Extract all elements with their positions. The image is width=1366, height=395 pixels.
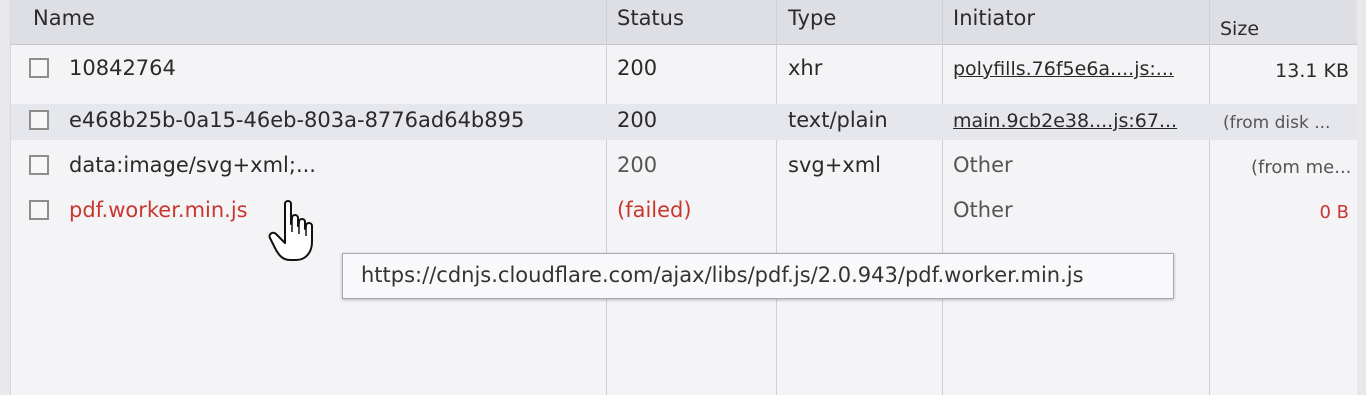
request-size: 0 B <box>1319 202 1349 223</box>
table-header: Name Status Type Initiator Size <box>11 0 1357 45</box>
request-type: svg+xml <box>788 153 882 177</box>
request-type: xhr <box>788 56 823 80</box>
column-header-size[interactable]: Size <box>1220 18 1259 40</box>
column-header-name[interactable]: Name <box>33 6 95 30</box>
column-header-initiator[interactable]: Initiator <box>953 6 1035 30</box>
request-name[interactable]: pdf.worker.min.js <box>69 198 248 222</box>
tooltip-text: https://cdnjs.cloudflare.com/ajax/libs/p… <box>361 263 1084 287</box>
hand-pointer-icon <box>268 198 318 266</box>
request-status: 200 <box>617 108 658 132</box>
request-status: 200 <box>617 153 658 177</box>
column-header-status[interactable]: Status <box>617 6 684 30</box>
row-checkbox[interactable] <box>29 200 49 220</box>
row-checkbox[interactable] <box>29 58 49 78</box>
network-panel: Name Status Type Initiator Size 10842764… <box>10 0 1357 395</box>
row-checkbox[interactable] <box>29 110 49 130</box>
request-initiator: Other <box>953 198 1013 222</box>
request-initiator-link[interactable]: polyfills.76f5e6a....js:... <box>953 58 1174 80</box>
request-size: (from me... <box>1251 157 1352 178</box>
request-size: 13.1 KB <box>1275 60 1349 82</box>
request-name[interactable]: 10842764 <box>69 56 176 80</box>
request-status: (failed) <box>617 198 692 222</box>
request-name[interactable]: data:image/svg+xml;... <box>69 153 316 177</box>
column-header-type[interactable]: Type <box>788 6 836 30</box>
request-initiator-link[interactable]: main.9cb2e38....js:67... <box>953 110 1177 132</box>
row-checkbox[interactable] <box>29 155 49 175</box>
table-row-failed[interactable]: pdf.worker.min.js (failed) Other 0 B <box>11 194 1357 230</box>
request-name[interactable]: e468b25b-0a15-46eb-803a-8776ad64b895 <box>69 108 524 132</box>
table-row[interactable]: e468b25b-0a15-46eb-803a-8776ad64b895 200… <box>11 104 1357 140</box>
url-tooltip: https://cdnjs.cloudflare.com/ajax/libs/p… <box>342 253 1174 299</box>
request-status: 200 <box>617 56 658 80</box>
request-type: text/plain <box>788 108 888 132</box>
request-initiator: Other <box>953 153 1013 177</box>
table-row[interactable]: 10842764 200 xhr polyfills.76f5e6a....js… <box>11 52 1357 88</box>
request-size: (from disk ... <box>1223 113 1331 133</box>
table-row[interactable]: data:image/svg+xml;... 200 svg+xml Other… <box>11 149 1357 185</box>
